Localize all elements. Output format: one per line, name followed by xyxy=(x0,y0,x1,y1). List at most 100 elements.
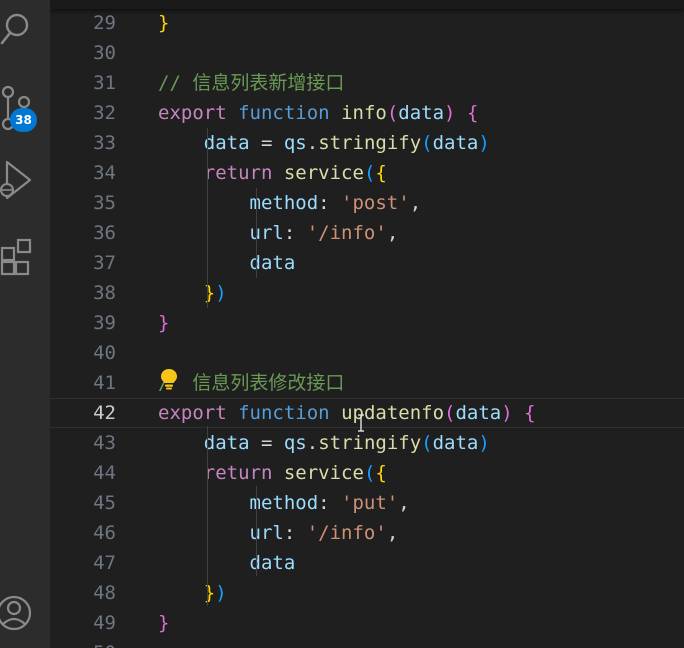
indent-guide xyxy=(207,426,208,606)
code-line[interactable]: 50 xyxy=(50,638,684,648)
code-line[interactable]: 38 }) xyxy=(50,278,684,308)
code-token: = xyxy=(249,432,284,454)
code-token: data xyxy=(432,132,479,154)
code-text: data xyxy=(158,548,296,578)
code-line[interactable]: 43 data = qs.stringify(data) xyxy=(50,428,684,458)
code-editor[interactable]: 29} 30 31 // 信息列表新增接口 32 export function info… xyxy=(50,0,684,648)
source-control-badge: 38 xyxy=(10,108,37,132)
code-line[interactable]: 36 url: '/info', xyxy=(50,218,684,248)
code-token: ) xyxy=(478,432,490,454)
indent-guide xyxy=(256,188,257,278)
code-token: ) xyxy=(215,282,227,304)
code-token: { xyxy=(375,462,387,484)
code-token: stringify xyxy=(318,132,422,154)
code-line[interactable]: 45 method: 'put', xyxy=(50,488,684,518)
line-number: 32 xyxy=(93,102,116,124)
code-token: ( xyxy=(421,132,433,154)
code-line[interactable]: 33 data = qs.stringify(data) xyxy=(50,128,684,158)
line-number: 50 xyxy=(50,638,116,648)
code-line[interactable]: 44 return service({ xyxy=(50,458,684,488)
line-number: 38 xyxy=(93,282,116,304)
code-token: : xyxy=(283,522,307,544)
code-token: } xyxy=(203,282,216,304)
code-token: return xyxy=(203,462,273,484)
code-token: url xyxy=(249,222,284,244)
code-line[interactable]: 39} xyxy=(50,308,684,338)
code-token: export xyxy=(158,402,227,424)
code-text: export function info(data) { xyxy=(158,98,478,128)
code-token: : xyxy=(283,222,307,244)
code-token: data xyxy=(432,432,479,454)
code-line[interactable]: 32 export function info(data) { xyxy=(50,98,684,128)
line-number: 35 xyxy=(93,192,116,214)
line-number: 49 xyxy=(93,612,116,634)
code-text: method: 'post', xyxy=(158,188,422,218)
line-number: 36 xyxy=(93,222,116,244)
code-token: = xyxy=(249,132,284,154)
code-text: } xyxy=(158,8,169,38)
search-icon[interactable] xyxy=(0,5,50,49)
code-token: // 信息列表新增接口 xyxy=(158,72,345,94)
line-number: 31 xyxy=(93,72,116,94)
line-number: 41 xyxy=(93,372,116,394)
code-token: data xyxy=(203,132,250,154)
code-token: data xyxy=(398,102,445,124)
code-token: ( xyxy=(363,462,376,484)
code-token: . xyxy=(306,432,319,454)
code-line[interactable]: 37 data xyxy=(50,248,684,278)
code-text: // 信息列表新增接口 xyxy=(158,68,344,98)
code-token: ( xyxy=(421,432,433,454)
code-token: function xyxy=(238,402,330,424)
code-line[interactable]: 40 xyxy=(50,338,684,368)
code-line[interactable]: 30 xyxy=(50,38,684,68)
code-token: 信息列表修改接口 xyxy=(169,372,345,394)
code-text: data xyxy=(158,248,296,278)
code-line[interactable]: 31 // 信息列表新增接口 xyxy=(50,68,684,98)
code-text: / 信息列表修改接口 xyxy=(158,368,344,398)
code-line[interactable]: 48 }) xyxy=(50,578,684,608)
code-token: service xyxy=(283,162,364,184)
code-line[interactable]: 42 export function updatenfo(data) { xyxy=(50,398,684,428)
run-debug-icon[interactable] xyxy=(0,158,50,204)
code-line[interactable]: 35 method: 'post', xyxy=(50,188,684,218)
code-token: ( xyxy=(444,402,456,424)
code-token: , xyxy=(409,192,422,214)
code-token: , xyxy=(398,492,410,514)
extensions-icon[interactable] xyxy=(0,236,50,280)
line-number: 43 xyxy=(93,432,116,454)
account-icon[interactable] xyxy=(0,590,50,636)
code-line[interactable]: 49} xyxy=(50,608,684,638)
code-line[interactable]: 41 / 信息列表修改接口 xyxy=(50,368,684,398)
code-line[interactable]: 34 return service({ xyxy=(50,158,684,188)
code-token: '/info' xyxy=(306,222,387,244)
lightbulb-icon[interactable] xyxy=(160,368,178,394)
code-token: } xyxy=(158,312,170,334)
line-number: 33 xyxy=(93,132,116,154)
indent-guide xyxy=(207,128,208,308)
code-text: export function updatenfo(data) { xyxy=(158,399,536,427)
code-line[interactable]: 29} xyxy=(50,8,684,38)
text-cursor-icon xyxy=(357,414,365,436)
code-line[interactable]: 46 url: '/info', xyxy=(50,518,684,548)
line-number: 40 xyxy=(93,342,116,364)
indent-guide xyxy=(256,486,257,576)
code-token: info xyxy=(341,102,387,124)
code-line[interactable]: 47 data xyxy=(50,548,684,578)
code-token: qs xyxy=(283,432,307,454)
code-token: method xyxy=(249,192,319,214)
code-text: method: 'put', xyxy=(158,488,410,518)
code-text: return service({ xyxy=(158,158,387,188)
code-token: : xyxy=(318,192,342,214)
code-token: ) xyxy=(444,102,456,124)
code-token: , xyxy=(386,522,399,544)
code-text: return service({ xyxy=(158,458,387,488)
